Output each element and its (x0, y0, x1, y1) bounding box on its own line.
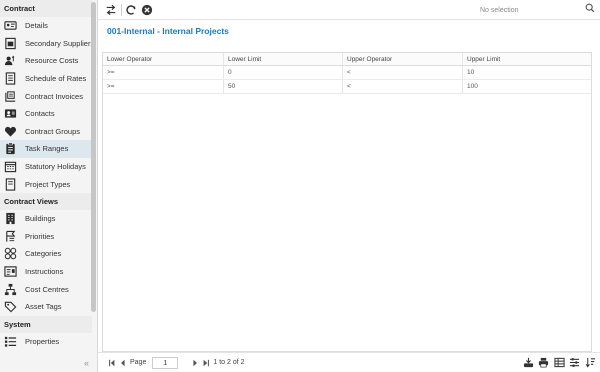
cancel-icon[interactable] (140, 3, 154, 17)
sidebar-item-contract-groups[interactable]: Contract Groups (0, 123, 92, 141)
cell-upper-operator: < (343, 80, 463, 93)
sidebar-item-cost-centres[interactable]: Cost Centres (0, 280, 92, 298)
sidebar-item-label: Properties (25, 336, 60, 346)
sidebar-nav: Contract Details Secondary Suppliers Resour… (0, 0, 92, 356)
sidebar: Contract Details Secondary Suppliers Resour… (0, 0, 98, 372)
section-header: Contract (0, 0, 92, 17)
swap-icon[interactable] (104, 3, 118, 17)
grid-actions (519, 356, 597, 369)
priority-icon (3, 230, 17, 243)
sidebar-item-schedule-of-rates[interactable]: Schedule of Rates (0, 70, 92, 88)
sidebar-item-label: Project Types (25, 179, 71, 189)
sidebar-item-project-types[interactable]: Project Types (0, 175, 92, 193)
document-icon (3, 178, 17, 191)
calendar-icon (3, 160, 17, 173)
sidebar-item-label: Contract Groups (25, 126, 81, 136)
page-label: Page (130, 359, 147, 366)
sidebar-item-label: Statutory Holidays (25, 162, 86, 172)
column-header-upper-operator[interactable]: Upper Operator (343, 53, 463, 65)
document-list-icon (3, 72, 17, 85)
sidebar-item-label: Buildings (25, 214, 56, 224)
categories-icon (3, 247, 17, 260)
section-header: System (0, 315, 92, 333)
previous-page-icon[interactable] (118, 358, 127, 368)
sidebar-item-instructions[interactable]: Instructions (0, 263, 92, 281)
cell-upper-limit: 10 (467, 69, 475, 76)
sidebar-item-contacts[interactable]: Contacts (0, 105, 92, 123)
section-header: Contract Views (0, 192, 92, 210)
building-icon (3, 212, 17, 225)
sidebar-item-task-ranges[interactable]: Task Ranges (0, 140, 92, 158)
sidebar-item-secondary-suppliers[interactable]: Secondary Suppliers (0, 35, 92, 53)
sidebar-item-label: Categories (25, 249, 62, 259)
export-icon[interactable] (522, 356, 534, 369)
last-page-icon[interactable] (201, 358, 210, 368)
table-row[interactable]: >= 0 < 10 (103, 66, 591, 80)
sidebar-item-label: Contacts (25, 109, 55, 119)
sidebar-item-priorities[interactable]: Priorities (0, 228, 92, 246)
page-number-input[interactable]: 1 (152, 356, 179, 369)
sidebar-item-label: Priorities (25, 231, 55, 241)
cell-lower-limit: 50 (224, 80, 343, 93)
sidebar-item-label: Contract Invoices (25, 91, 83, 101)
list-icon (3, 335, 17, 348)
settings-list-icon[interactable] (569, 356, 581, 369)
tag-icon (3, 300, 17, 313)
sidebar-item-contract-invoices[interactable]: Contract Invoices (0, 87, 92, 105)
contact-card-icon (3, 107, 17, 120)
search-icon[interactable] (585, 3, 597, 15)
cell-lower-limit: 0 (224, 66, 343, 79)
sidebar-item-label: Asset Tags (25, 302, 62, 312)
sidebar-item-asset-tags[interactable]: Asset Tags (0, 298, 92, 316)
print-icon[interactable] (538, 356, 550, 369)
sidebar-item-statutory-holidays[interactable]: Statutory Holidays (0, 158, 92, 176)
toolbar-divider (121, 4, 122, 16)
group-icon (3, 125, 17, 138)
refresh-icon[interactable] (124, 3, 138, 17)
pager: Page 1 1 to 2 of 2 (98, 352, 600, 372)
first-page-icon[interactable] (107, 358, 116, 368)
sidebar-item-properties[interactable]: Properties (0, 333, 92, 351)
instructions-icon (3, 265, 17, 278)
sidebar-item-label: Cost Centres (25, 284, 69, 294)
sidebar-item-categories[interactable]: Categories (0, 245, 92, 263)
cell-upper-limit: 100 (467, 83, 478, 90)
grid-view-icon[interactable] (553, 356, 565, 369)
sidebar-item-label: Instructions (25, 267, 64, 277)
sidebar-item-details[interactable]: Details (0, 17, 92, 35)
sidebar-item-label: Secondary Suppliers (25, 38, 92, 48)
resource-costs-icon (3, 54, 17, 67)
sidebar-item-buildings[interactable]: Buildings (0, 210, 92, 228)
grid-header: Lower Operator Lower Limit Upper Operato… (103, 53, 591, 66)
sidebar-item-label: Resource Costs (25, 56, 79, 66)
cell-upper-operator: < (343, 66, 463, 79)
sidebar-item-label: Details (25, 21, 48, 31)
hierarchy-icon (3, 283, 17, 296)
cell-lower-operator: >= (103, 66, 224, 79)
id-card-icon (3, 19, 17, 32)
table-row[interactable]: >= 50 < 100 (103, 80, 591, 94)
page-title: 001-Internal - Internal Projects (107, 26, 229, 36)
cell-lower-operator: >= (103, 80, 224, 93)
selection-indicator: No selection (480, 7, 519, 14)
sidebar-item-resource-costs[interactable]: Resource Costs (0, 52, 92, 70)
next-page-icon[interactable] (190, 358, 199, 368)
toolbar: No selection (98, 0, 600, 20)
clipboard-icon (3, 142, 17, 155)
invoice-icon (3, 90, 17, 103)
sort-icon[interactable] (584, 356, 596, 369)
page-range-text: 1 to 2 of 2 (213, 359, 245, 366)
task-ranges-grid: Lower Operator Lower Limit Upper Operato… (102, 52, 592, 352)
column-header-upper-limit[interactable]: Upper Limit (463, 53, 591, 65)
supplier-icon (3, 37, 17, 50)
sidebar-item-label: Schedule of Rates (25, 74, 87, 84)
column-header-lower-limit[interactable]: Lower Limit (224, 53, 343, 65)
sidebar-item-label: Task Ranges (25, 144, 69, 154)
column-header-lower-operator[interactable]: Lower Operator (103, 53, 224, 65)
sidebar-scrollbar[interactable] (91, 2, 96, 312)
collapse-sidebar-icon[interactable]: « (84, 358, 89, 368)
